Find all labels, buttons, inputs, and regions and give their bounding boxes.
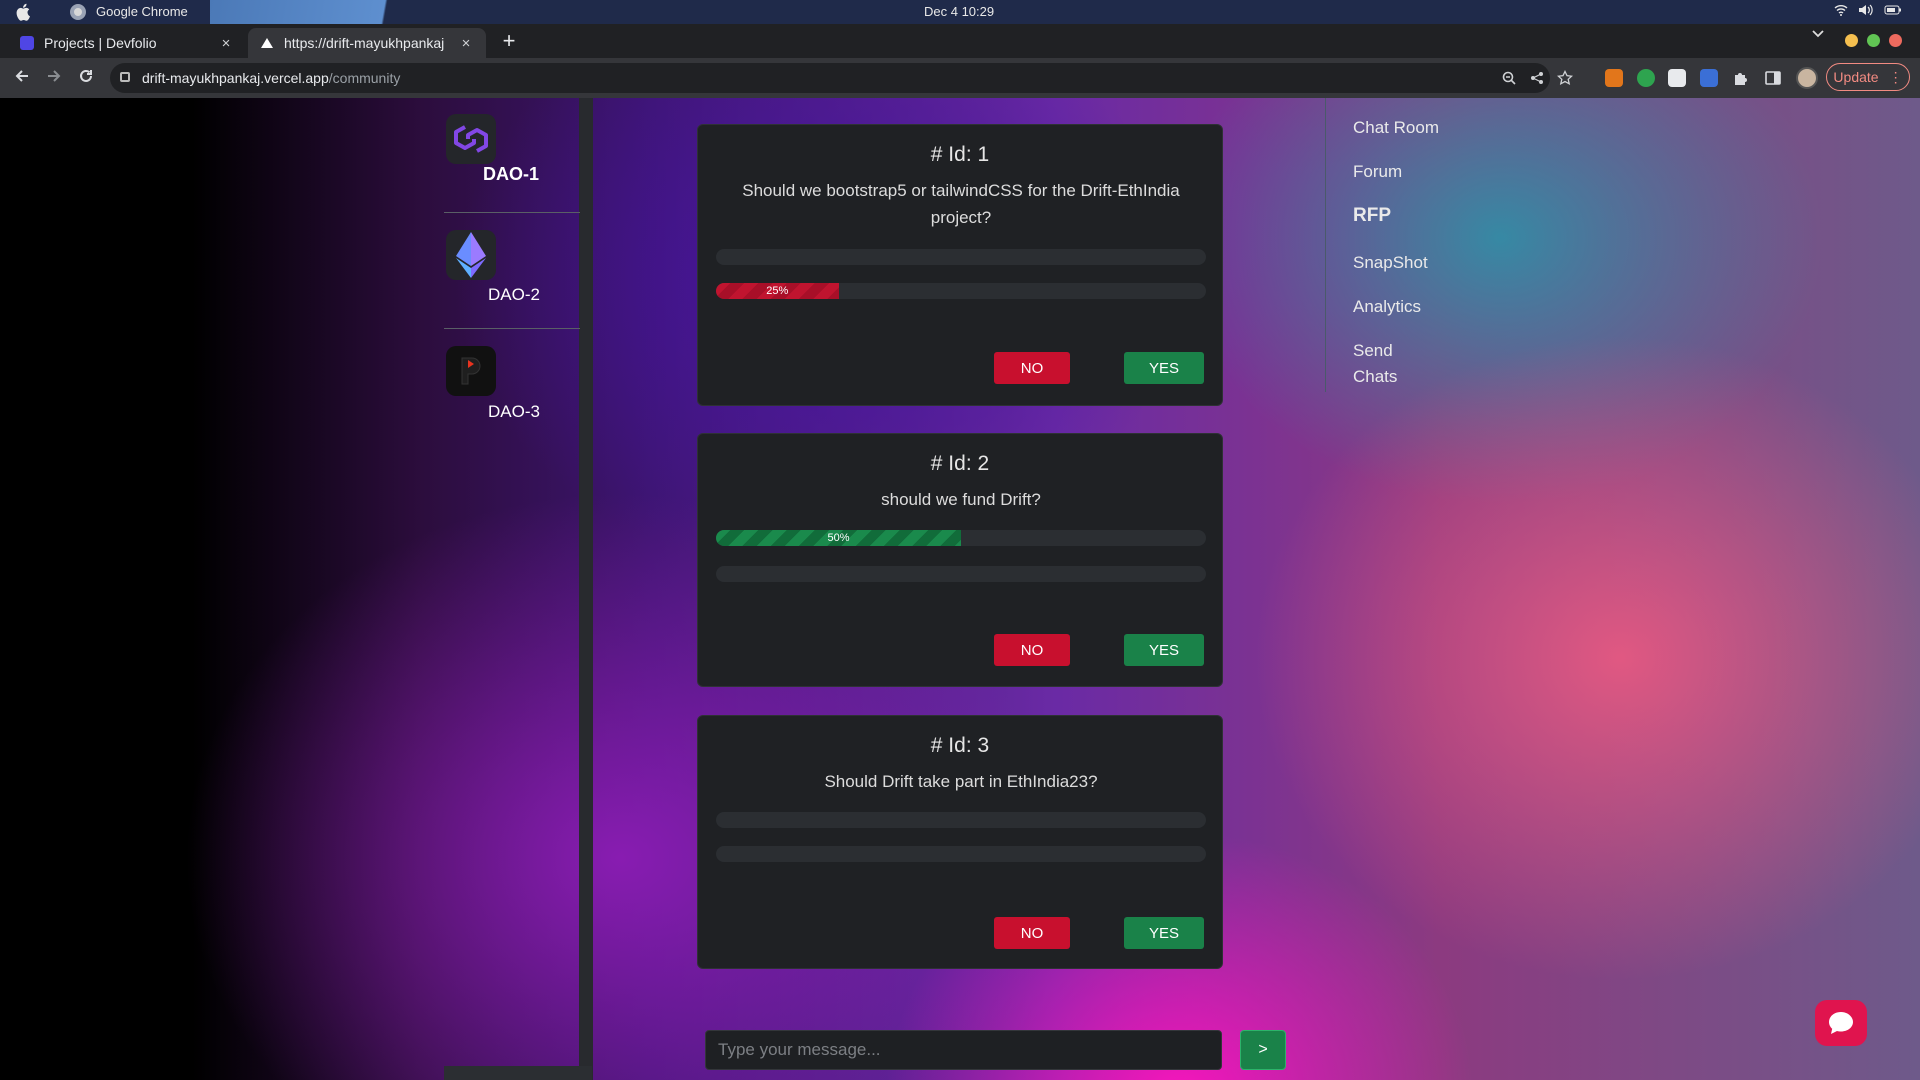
- forward-icon[interactable]: [43, 67, 65, 85]
- system-tray: [1834, 4, 1902, 16]
- battery-icon[interactable]: [1884, 4, 1902, 16]
- proposal-question: should we fund Drift?: [881, 490, 1041, 509]
- no-progress-fill: 25%: [716, 283, 839, 299]
- yes-progress-bar: [716, 249, 1206, 265]
- proposal-card: # Id: 2 should we fund Drift? 50% NO YES: [697, 433, 1223, 687]
- green-extension-icon[interactable]: [1637, 69, 1655, 87]
- yes-progress-bar: [716, 812, 1206, 828]
- dao-item-3[interactable]: DAO-3: [444, 346, 580, 444]
- vote-no-button[interactable]: NO: [994, 634, 1070, 666]
- vote-no-button[interactable]: NO: [994, 352, 1070, 384]
- extensions-puzzle-icon[interactable]: [1732, 69, 1750, 87]
- proposal-question: Should we bootstrap5 or tailwindCSS for …: [742, 181, 1180, 227]
- os-menu-bar: Google Chrome Dec 4 10:29: [0, 0, 1920, 24]
- window-maximize-button[interactable]: [1867, 34, 1880, 47]
- blue-extension-icon[interactable]: [1700, 69, 1718, 87]
- proposal-id: # Id: 1: [930, 143, 990, 166]
- chrome-logo-icon: [70, 4, 86, 20]
- window-close-button[interactable]: [1889, 34, 1902, 47]
- clock: Dec 4 10:29: [924, 4, 995, 19]
- send-message-button[interactable]: >: [1240, 1030, 1286, 1070]
- tab-strip: Projects | Devfolio × https://drift-mayu…: [0, 24, 1920, 58]
- community-nav: Chat Room Forum RFP SnapShot Analytics S…: [1325, 98, 1565, 392]
- tab-devfolio[interactable]: Projects | Devfolio ×: [8, 28, 246, 58]
- dao-item-2[interactable]: DAO-2: [444, 230, 580, 328]
- dao-sidebar: DAO-1 DAO-2 DAO-3: [444, 98, 580, 1080]
- vote-yes-button[interactable]: YES: [1124, 634, 1204, 666]
- browser-toolbar: drift-mayukhpankaj.vercel.app/community …: [0, 58, 1920, 98]
- address-bar[interactable]: drift-mayukhpankaj.vercel.app/community: [110, 63, 1573, 93]
- reload-icon[interactable]: [75, 67, 97, 85]
- tab-title: Projects | Devfolio: [44, 35, 157, 51]
- nav-forum[interactable]: Forum: [1353, 159, 1402, 185]
- nav-chat-room[interactable]: Chat Room: [1353, 115, 1439, 141]
- tab-close-icon[interactable]: ×: [458, 35, 474, 52]
- vote-yes-button[interactable]: YES: [1124, 352, 1204, 384]
- new-tab-button[interactable]: +: [498, 28, 520, 54]
- dao-label: DAO-2: [488, 285, 540, 304]
- nav-analytics[interactable]: Analytics: [1353, 294, 1421, 320]
- volume-icon[interactable]: [1858, 4, 1874, 16]
- tab-close-icon[interactable]: ×: [218, 35, 234, 52]
- nav-snapshot[interactable]: SnapShot: [1353, 250, 1428, 276]
- sidebar-footer: [444, 1066, 592, 1080]
- share-icon[interactable]: [1530, 71, 1544, 85]
- chat-widget-button[interactable]: [1815, 1000, 1867, 1046]
- dao-item-1[interactable]: DAO-1: [444, 114, 580, 210]
- proposal-card: # Id: 1 Should we bootstrap5 or tailwind…: [697, 124, 1223, 406]
- side-panel-icon[interactable]: [1764, 69, 1782, 87]
- vote-yes-button[interactable]: YES: [1124, 917, 1204, 949]
- devfolio-favicon-icon: [20, 36, 34, 50]
- metamask-extension-icon[interactable]: [1605, 69, 1623, 87]
- app-name: Google Chrome: [96, 4, 188, 19]
- update-label: Update: [1833, 69, 1879, 85]
- yes-progress-fill: 50%: [716, 530, 961, 546]
- lock-icon[interactable]: [120, 72, 130, 82]
- update-button[interactable]: Update ⋮: [1826, 63, 1910, 91]
- tab-drift[interactable]: https://drift-mayukhpankaj ×: [248, 28, 486, 58]
- tab-title: https://drift-mayukhpankaj: [284, 35, 445, 51]
- proposal-id: # Id: 2: [930, 452, 990, 475]
- dao-3-logo-icon: [446, 346, 496, 396]
- nav-rfp[interactable]: RFP: [1353, 203, 1391, 229]
- divider: [444, 328, 580, 329]
- vote-no-button[interactable]: NO: [994, 917, 1070, 949]
- dao-label: DAO-1: [483, 164, 540, 184]
- profile-avatar[interactable]: [1796, 67, 1818, 89]
- polygon-logo-icon: [446, 114, 496, 164]
- no-progress-bar: [716, 846, 1206, 862]
- bookmark-star-icon[interactable]: [1557, 70, 1573, 86]
- proposal-card: # Id: 3 Should Drift take part in EthInd…: [697, 715, 1223, 969]
- chat-bubble-icon: [1829, 1012, 1853, 1034]
- ens-logo-icon: [446, 230, 496, 280]
- no-progress-bar: [716, 566, 1206, 582]
- vercel-favicon-icon: [261, 38, 273, 48]
- page-content: DAO-1 DAO-2 DAO-3 # Id: 1 Should we boot…: [0, 98, 1920, 1080]
- apple-icon[interactable]: [16, 3, 32, 21]
- sidebar-divider: [579, 98, 593, 1080]
- proposal-question: Should Drift take part in EthIndia23?: [824, 772, 1098, 791]
- window-minimize-button[interactable]: [1845, 34, 1858, 47]
- back-icon[interactable]: [11, 67, 33, 85]
- menu-bar-highlight: [210, 0, 425, 24]
- nav-send-chats[interactable]: Send Chats: [1353, 338, 1413, 390]
- divider: [444, 212, 580, 213]
- wifi-icon[interactable]: [1834, 4, 1848, 16]
- message-input[interactable]: [705, 1030, 1222, 1070]
- yes-progress-bar: 50%: [716, 530, 1206, 546]
- tab-search-chevron-icon[interactable]: [1812, 30, 1824, 38]
- zoom-icon[interactable]: [1502, 71, 1516, 85]
- url-text[interactable]: drift-mayukhpankaj.vercel.app/community: [142, 70, 400, 86]
- notes-extension-icon[interactable]: [1668, 69, 1686, 87]
- no-progress-bar: 25%: [716, 283, 1206, 299]
- more-menu-icon[interactable]: ⋮: [1889, 69, 1903, 86]
- dao-label: DAO-3: [488, 402, 540, 421]
- proposal-id: # Id: 3: [930, 734, 990, 757]
